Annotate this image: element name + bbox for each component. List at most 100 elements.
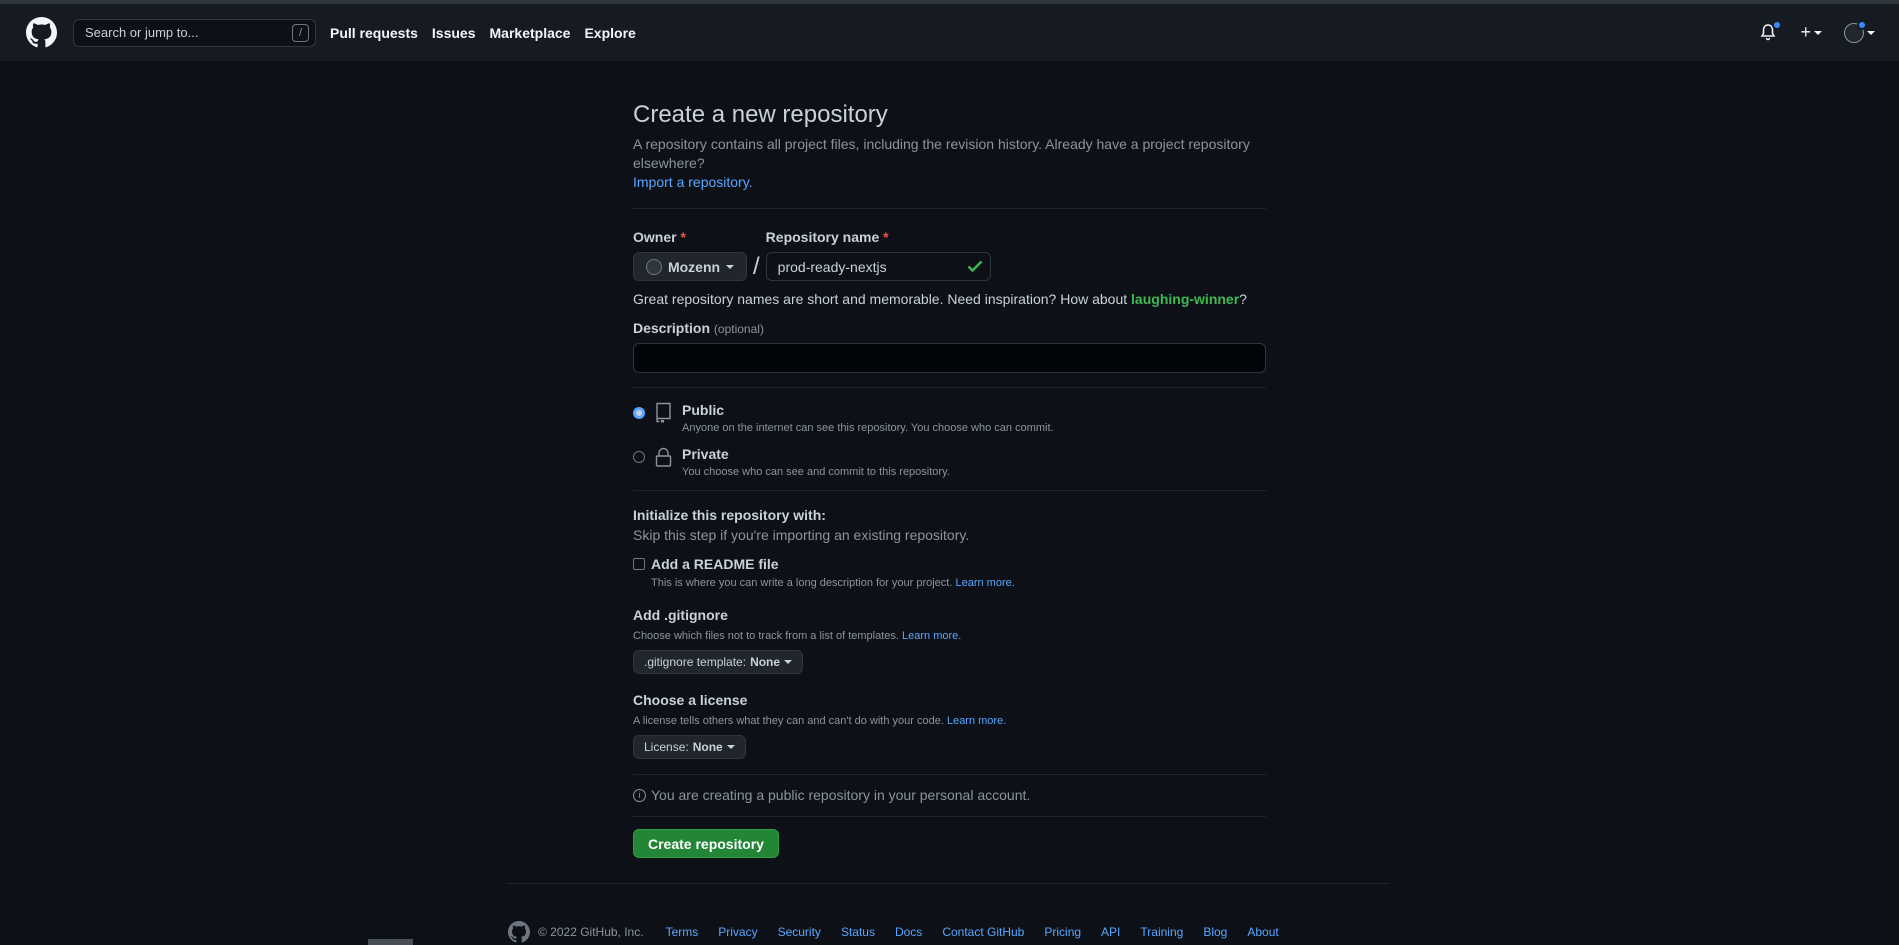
private-radio[interactable] <box>633 451 645 463</box>
owner-avatar <box>645 258 662 275</box>
license-select[interactable]: License: None <box>633 735 746 759</box>
user-menu[interactable] <box>1844 19 1875 43</box>
readme-checkbox[interactable] <box>633 558 645 570</box>
footer-link-contact[interactable]: Contact GitHub <box>942 925 1024 939</box>
license-desc-text: A license tells others what they can and… <box>633 715 944 727</box>
license-button-value: None <box>692 740 723 754</box>
search-shortcut-key: / <box>292 23 309 42</box>
owner-repo-separator: / <box>753 253 760 280</box>
lock-icon <box>655 447 672 467</box>
info-icon: i <box>633 788 646 802</box>
readme-desc-text: This is where you can write a long descr… <box>651 577 953 589</box>
caret-down-icon <box>726 745 735 749</box>
readme-label[interactable]: Add a README file <box>651 556 779 572</box>
create-repository-button[interactable]: Create repository <box>633 829 779 858</box>
hint-suffix: ? <box>1239 291 1247 307</box>
owner-label: Owner * <box>633 229 747 245</box>
footer-link-training[interactable]: Training <box>1140 925 1183 939</box>
global-header: / Pull requests Issues Marketplace Explo… <box>0 4 1899 61</box>
repo-name-hint: Great repository names are short and mem… <box>633 291 1266 307</box>
owner-select[interactable]: Mozenn <box>633 252 747 281</box>
footer-link-pricing[interactable]: Pricing <box>1044 925 1081 939</box>
visibility-public[interactable]: Public Anyone on the internet can see th… <box>633 402 1266 434</box>
page-subtitle: A repository contains all project files,… <box>633 135 1266 192</box>
footer-links: Terms Privacy Security Status Docs Conta… <box>666 925 1279 939</box>
gitignore-learn-more-link[interactable]: Learn more. <box>902 630 961 642</box>
public-title: Public <box>682 402 725 418</box>
repo-label-text: Repository name <box>765 229 880 245</box>
repo-name-label: Repository name * <box>766 229 991 245</box>
readme-learn-more-link[interactable]: Learn more. <box>955 577 1014 589</box>
caret-down-icon <box>1814 30 1822 35</box>
footer-link-status[interactable]: Status <box>841 925 875 939</box>
visibility-private[interactable]: Private You choose who can see and commi… <box>633 446 1266 478</box>
description-label: Description (optional) <box>633 320 1266 336</box>
license-title: Choose a license <box>633 692 748 708</box>
footer-link-blog[interactable]: Blog <box>1203 925 1227 939</box>
divider <box>633 774 1266 775</box>
create-new-menu[interactable]: + <box>1800 22 1822 43</box>
notifications-button[interactable] <box>1760 19 1783 43</box>
footer-link-api[interactable]: API <box>1101 925 1120 939</box>
footer-link-privacy[interactable]: Privacy <box>718 925 757 939</box>
visibility-info: i You are creating a public repository i… <box>633 787 1266 803</box>
public-radio[interactable] <box>633 407 645 419</box>
description-input[interactable] <box>633 343 1266 373</box>
nav-explore[interactable]: Explore <box>584 25 635 41</box>
horizontal-scrollbar[interactable] <box>368 939 413 945</box>
caret-down-icon <box>784 660 793 664</box>
caret-down-icon <box>726 264 735 269</box>
footer-link-terms[interactable]: Terms <box>666 925 699 939</box>
search-box[interactable]: / <box>73 18 316 47</box>
footer-link-docs[interactable]: Docs <box>895 925 922 939</box>
gitignore-button-prefix: .gitignore template: <box>644 655 747 669</box>
init-subtitle: Skip this step if you're importing an ex… <box>633 527 970 543</box>
divider <box>633 208 1266 209</box>
license-button-prefix: License: <box>644 740 689 754</box>
gitignore-select[interactable]: .gitignore template: None <box>633 650 804 674</box>
avatar <box>1844 19 1867 43</box>
divider <box>633 490 1266 491</box>
init-title: Initialize this repository with: <box>633 507 826 523</box>
github-logo-icon[interactable] <box>508 921 530 943</box>
divider <box>633 387 1266 388</box>
page-title: Create a new repository <box>633 101 888 128</box>
plus-icon: + <box>1800 22 1811 42</box>
info-text: You are creating a public repository in … <box>651 787 1031 803</box>
check-icon <box>967 260 983 273</box>
private-description: You choose who can see and commit to thi… <box>682 466 950 478</box>
required-mark: * <box>680 229 686 245</box>
hint-text: Great repository names are short and mem… <box>633 291 1128 307</box>
footer-copyright: © 2022 GitHub, Inc. <box>538 925 644 939</box>
public-description: Anyone on the internet can see this repo… <box>682 422 1054 434</box>
owner-value: Mozenn <box>667 258 721 275</box>
repo-icon <box>656 402 671 423</box>
import-repository-link[interactable]: Import a repository. <box>633 174 753 190</box>
header-nav: Pull requests Issues Marketplace Explore <box>330 25 650 41</box>
footer-link-about[interactable]: About <box>1247 925 1278 939</box>
divider <box>633 816 1266 817</box>
gitignore-button-value: None <box>750 655 781 669</box>
license-learn-more-link[interactable]: Learn more. <box>947 715 1006 727</box>
footer-link-security[interactable]: Security <box>778 925 821 939</box>
owner-label-text: Owner <box>633 229 677 245</box>
nav-issues[interactable]: Issues <box>432 25 476 41</box>
gitignore-desc-text: Choose which files not to track from a l… <box>633 630 899 642</box>
new-repo-form: Create a new repository A repository con… <box>633 61 1266 858</box>
private-title: Private <box>682 446 729 462</box>
readme-description: This is where you can write a long descr… <box>651 577 1266 589</box>
repo-name-input[interactable] <box>765 252 991 281</box>
nav-pull-requests[interactable]: Pull requests <box>330 25 418 41</box>
search-input[interactable] <box>85 25 275 40</box>
subtitle-text: A repository contains all project files,… <box>633 136 1250 171</box>
status-indicator <box>1857 19 1867 30</box>
license-description: A license tells others what they can and… <box>633 715 1266 727</box>
optional-tag: (optional) <box>713 322 764 336</box>
name-suggestion-link[interactable]: laughing-winner <box>1131 291 1239 307</box>
gitignore-description: Choose which files not to track from a l… <box>633 630 1266 642</box>
nav-marketplace[interactable]: Marketplace <box>490 25 571 41</box>
required-mark: * <box>883 229 889 245</box>
caret-down-icon <box>1867 30 1875 35</box>
gitignore-title: Add .gitignore <box>633 607 728 623</box>
github-logo-icon[interactable] <box>26 17 57 48</box>
